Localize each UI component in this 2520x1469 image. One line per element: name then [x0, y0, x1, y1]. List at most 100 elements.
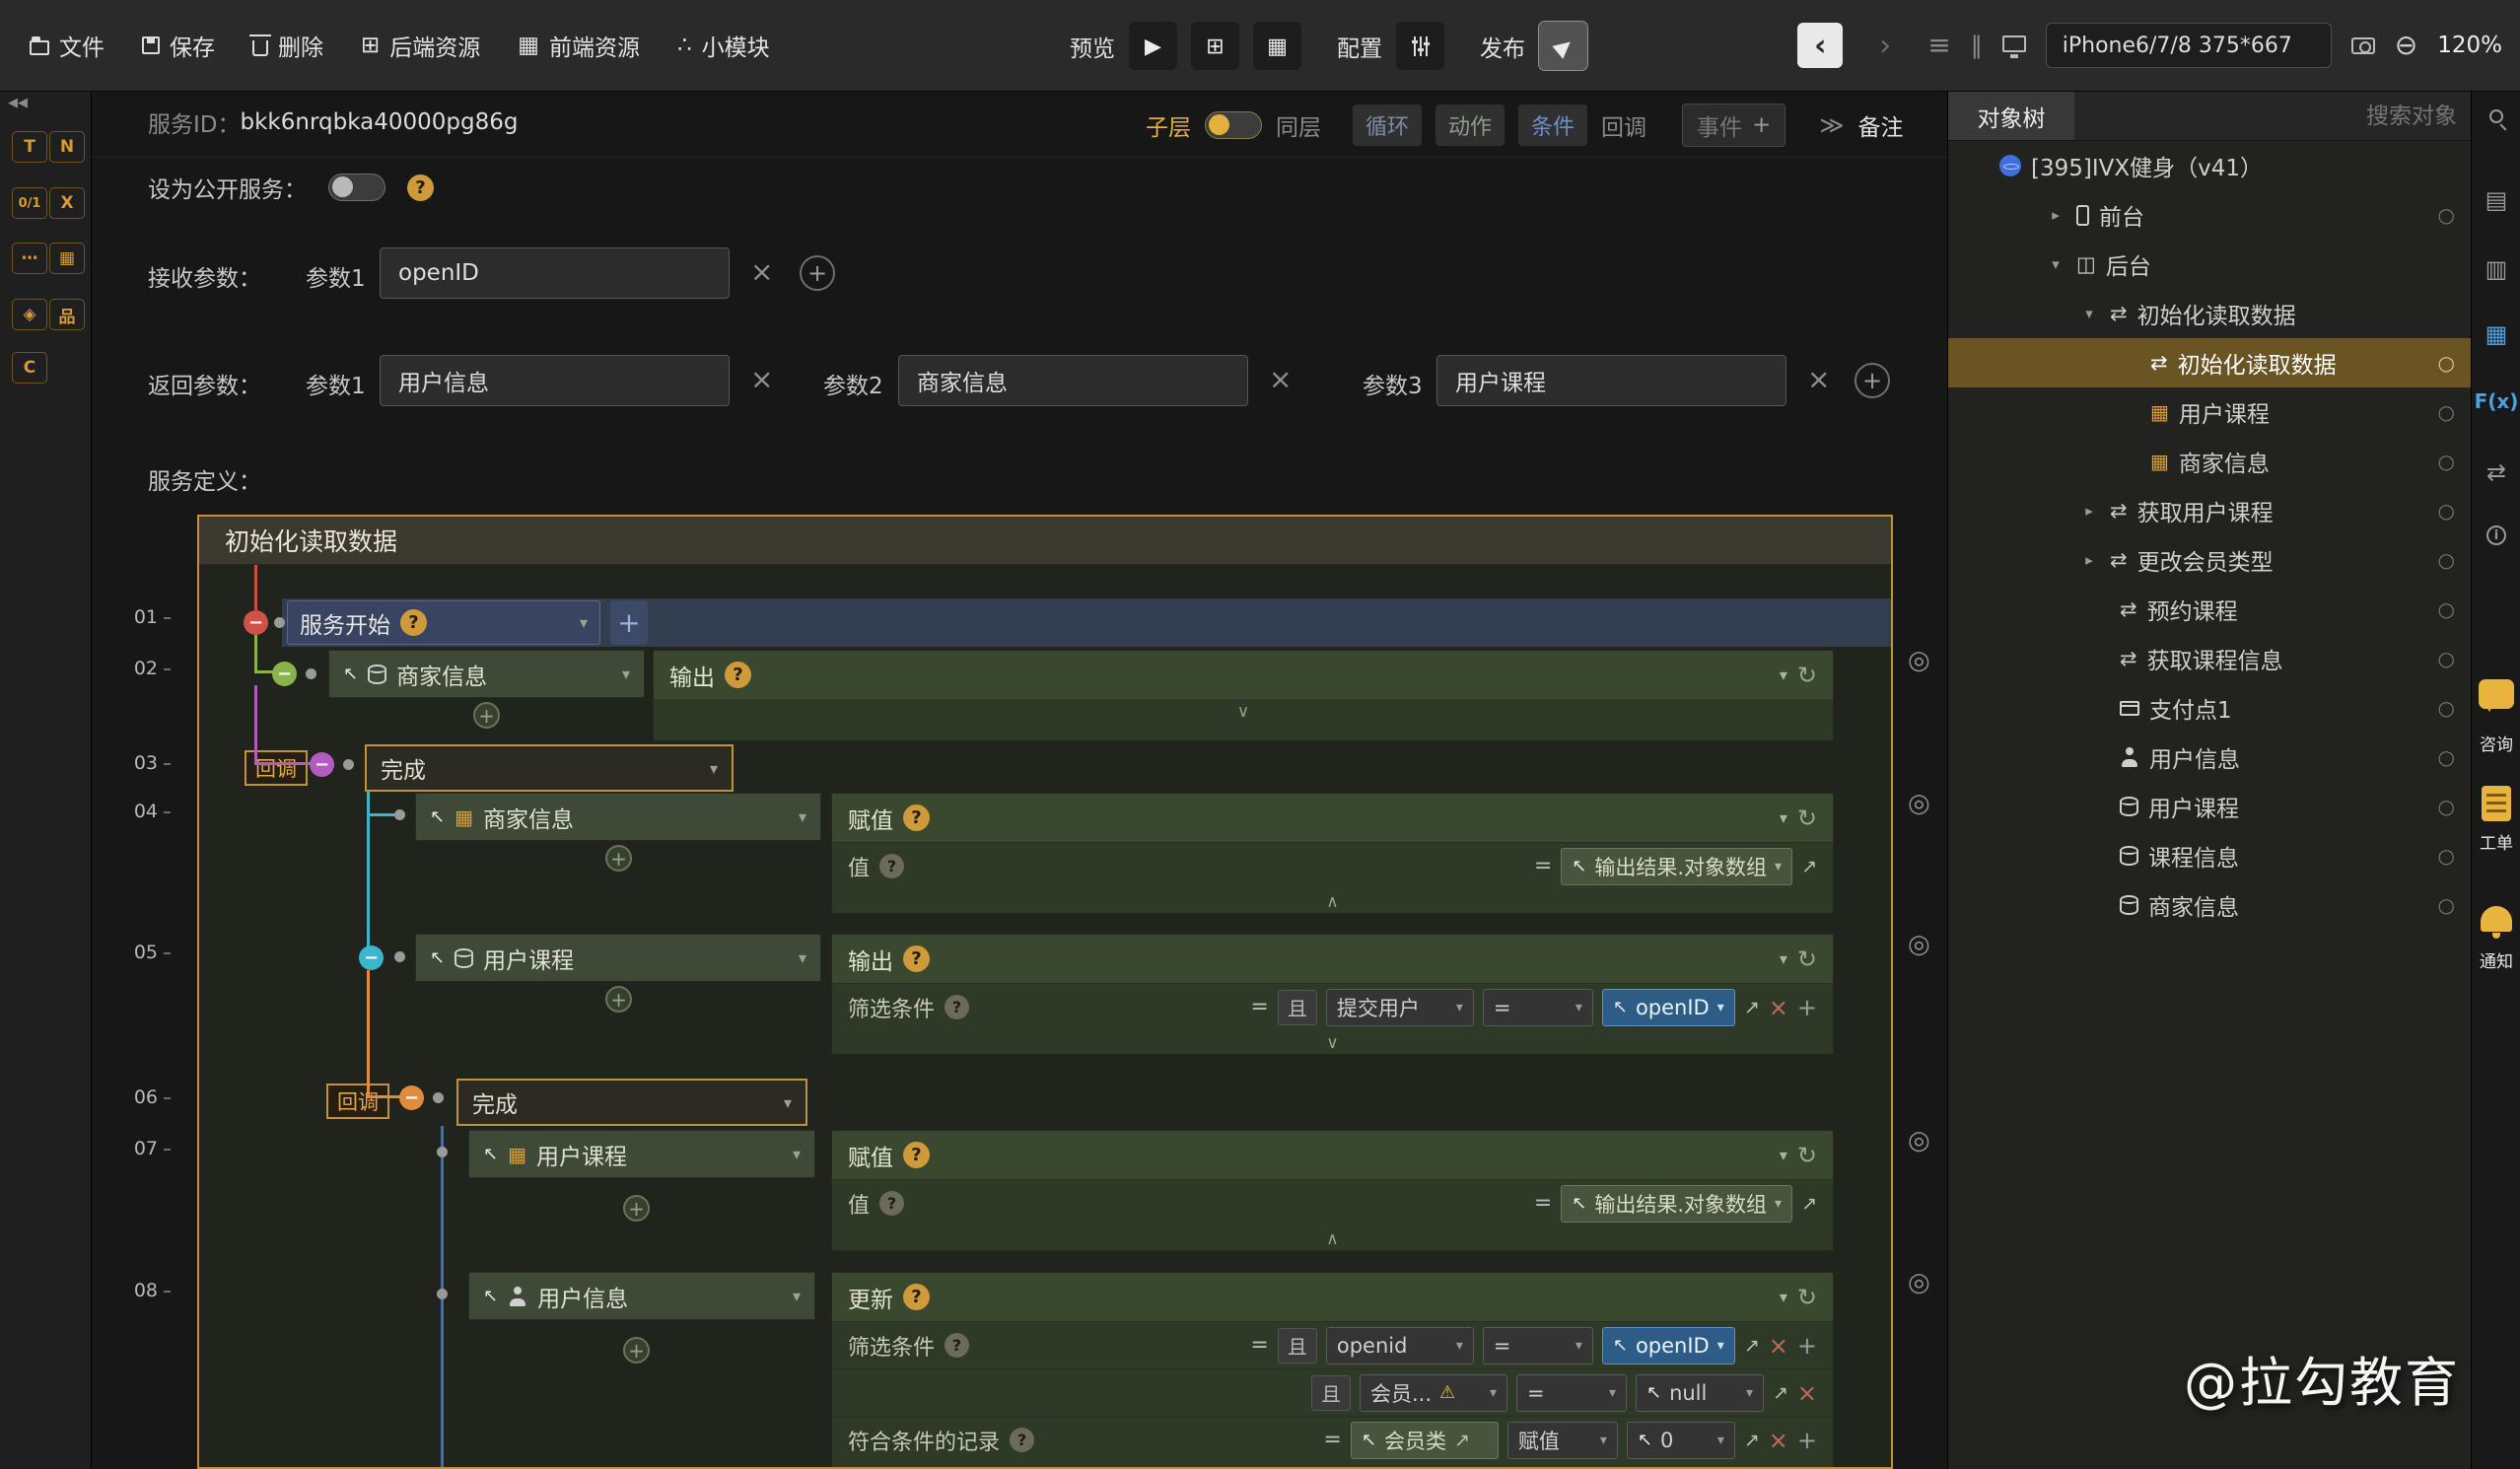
delete-button[interactable]: 删除 [252, 29, 323, 62]
add-condition-icon[interactable]: + [1797, 994, 1817, 1021]
refresh-icon[interactable]: ↻ [1797, 945, 1817, 973]
consult-button[interactable] [2472, 679, 2520, 709]
file-menu[interactable]: 文件 [30, 29, 105, 62]
add-condition-icon[interactable]: + [1797, 1332, 1817, 1360]
tree-open-icon[interactable]: ▾ [2078, 305, 2100, 322]
remove-condition-icon[interactable]: × [1769, 994, 1788, 1021]
add-param-icon[interactable]: + [800, 255, 835, 291]
public-service-toggle[interactable] [328, 174, 385, 201]
chevron-down-icon[interactable]: ▾ [622, 665, 630, 683]
member-type-chip[interactable]: ↖ 会员类 ↗ [1351, 1422, 1499, 1459]
convert-icon[interactable]: ⇄ [2472, 458, 2520, 486]
refresh-icon[interactable]: ↻ [1797, 804, 1817, 832]
and-operator[interactable]: 且 [1278, 990, 1317, 1025]
collapse-node-orange[interactable]: − [399, 1085, 424, 1110]
tree-row-change-member-type[interactable]: ▸ ⇄ 更改会员类型 ○ [1948, 535, 2471, 585]
add-under-node-button[interactable]: + [605, 845, 632, 872]
assign-value-chip[interactable]: ↖ 0 ▾ [1627, 1422, 1735, 1459]
refresh-icon[interactable]: ↻ [1797, 662, 1817, 689]
search-icon[interactable] [2472, 109, 2520, 123]
refresh-icon[interactable]: ↻ [1797, 1142, 1817, 1169]
add-param-icon[interactable]: + [1855, 363, 1890, 398]
multi-screen-preview-button[interactable]: ⊞ [1191, 22, 1239, 70]
remove-param-icon[interactable]: × [750, 255, 773, 288]
value-chip[interactable]: ↖ 输出结果.对象数组 ▾ [1561, 1185, 1792, 1223]
and-operator[interactable]: 且 [1278, 1328, 1317, 1364]
visibility-dot-icon[interactable]: ○ [2438, 351, 2455, 375]
collapse-node-red[interactable]: − [244, 610, 268, 635]
expand-icon[interactable]: ↗ [1801, 856, 1817, 877]
help-icon[interactable]: ? [903, 1142, 930, 1168]
field-select[interactable]: 会员... ⚠ ▾ [1360, 1374, 1507, 1412]
condition-button[interactable]: 条件 [1518, 105, 1587, 146]
visibility-dot-icon[interactable]: ○ [2438, 450, 2455, 473]
openid-chip[interactable]: ↖ openID ▾ [1602, 1327, 1735, 1364]
locate-target-icon[interactable]: ◎ [1908, 930, 1930, 959]
tree-row-frontend[interactable]: ▸ 前台 ○ [1948, 190, 2471, 240]
return-param-input-2[interactable]: 商家信息 [898, 355, 1248, 406]
visibility-dot-icon[interactable]: ○ [2438, 647, 2455, 670]
toolbox-boolean-component[interactable]: 0/1 [12, 187, 47, 219]
event-button[interactable]: 事件 + [1682, 104, 1785, 147]
notify-button[interactable] [2472, 906, 2520, 932]
chevron-down-icon[interactable]: ▾ [793, 1287, 801, 1305]
tree-row-root[interactable]: [395]IVX健身（v41） [1948, 141, 2471, 190]
layers-icon[interactable]: ▥ [2472, 255, 2520, 283]
collapse-toggle[interactable]: ∧ [832, 1226, 1833, 1252]
chevron-down-icon[interactable]: ▾ [784, 1093, 792, 1112]
help-icon[interactable]: ? [945, 1333, 969, 1358]
visibility-dot-icon[interactable]: ○ [2438, 745, 2455, 769]
help-icon[interactable]: ? [879, 1191, 904, 1216]
tree-row-course-info-db[interactable]: 课程信息 ○ [1948, 831, 2471, 880]
locate-target-icon[interactable]: ◎ [1908, 1126, 1930, 1155]
tree-row-get-course-info[interactable]: ⇄ 获取课程信息 ○ [1948, 634, 2471, 683]
panel-header[interactable]: 赋值 ? ▾ ↻ [832, 794, 1833, 842]
tree-open-icon[interactable]: ▾ [2045, 255, 2066, 273]
visibility-dot-icon[interactable]: ○ [2438, 597, 2455, 621]
assign-op-select[interactable]: 赋值 ▾ [1507, 1422, 1618, 1459]
expand-toggle[interactable]: ∨ [832, 1030, 1833, 1056]
return-param-input-1[interactable]: 用户信息 [380, 355, 730, 406]
help-icon[interactable]: ? [725, 662, 751, 688]
node-user-course-db[interactable]: ↖ 用户课程 ▾ [415, 934, 821, 982]
components-icon[interactable]: ▦ [2472, 320, 2520, 348]
visibility-dot-icon[interactable]: ○ [2438, 696, 2455, 720]
expand-toggle[interactable]: ∨ [832, 1463, 1833, 1469]
device-selector[interactable]: iPhone6/7/8 375*667 [2046, 23, 2332, 68]
add-under-node-button[interactable]: + [623, 1195, 650, 1222]
chevron-down-icon[interactable]: ▾ [710, 759, 718, 778]
locate-target-icon[interactable]: ◎ [1908, 646, 1930, 675]
and-operator[interactable]: 且 [1311, 1375, 1351, 1411]
toolbox-array-component[interactable]: ⋯ [12, 243, 47, 274]
chevron-down-icon[interactable]: ▾ [580, 613, 588, 632]
config-button[interactable] [1396, 22, 1444, 70]
openid-chip[interactable]: ↖ openID ▾ [1602, 989, 1735, 1026]
help-icon[interactable]: ? [945, 995, 969, 1019]
backend-resources-button[interactable]: ⊞ 后端资源 [361, 29, 480, 62]
preview-play-button[interactable]: ▶ [1129, 22, 1177, 70]
publish-button[interactable]: ▶ [1539, 22, 1587, 70]
chevron-down-icon[interactable]: ▾ [1780, 949, 1787, 968]
node-merchant-var[interactable]: ↖ ▦ 商家信息 ▾ [415, 793, 821, 841]
chevron-down-icon[interactable]: ▾ [1717, 1338, 1724, 1354]
toolbox-code-component[interactable]: C [12, 352, 47, 384]
info-icon[interactable]: i [2472, 525, 2520, 545]
collapse-node-purple[interactable]: − [310, 752, 334, 777]
tree-row-selected-service[interactable]: ⇄ 初始化读取数据 ○ [1948, 338, 2471, 387]
loop-button[interactable]: 循环 [1353, 105, 1422, 146]
help-icon[interactable]: ? [1010, 1428, 1034, 1452]
operator-select[interactable]: = ▾ [1483, 989, 1593, 1026]
toolbox-table-component[interactable]: ▦ [49, 243, 85, 274]
callback-button[interactable]: 回调 [1601, 108, 1646, 142]
chevron-down-icon[interactable]: ▾ [1780, 1288, 1787, 1306]
node-user-course-var[interactable]: ↖ ▦ 用户课程 ▾ [468, 1130, 815, 1178]
tree-closed-icon[interactable]: ▸ [2078, 502, 2100, 520]
add-under-node-button[interactable]: + [473, 702, 500, 729]
operator-select[interactable]: = ▾ [1516, 1374, 1627, 1412]
toolbox-number-component[interactable]: N [49, 131, 85, 163]
formula-icon[interactable]: F(x) [2472, 389, 2520, 413]
outline-list-icon[interactable]: ≡ [1927, 32, 1950, 59]
add-step-button[interactable]: + [610, 600, 648, 645]
chevron-down-icon[interactable]: ▾ [1780, 808, 1787, 827]
chevron-down-icon[interactable]: ▾ [1775, 859, 1782, 874]
